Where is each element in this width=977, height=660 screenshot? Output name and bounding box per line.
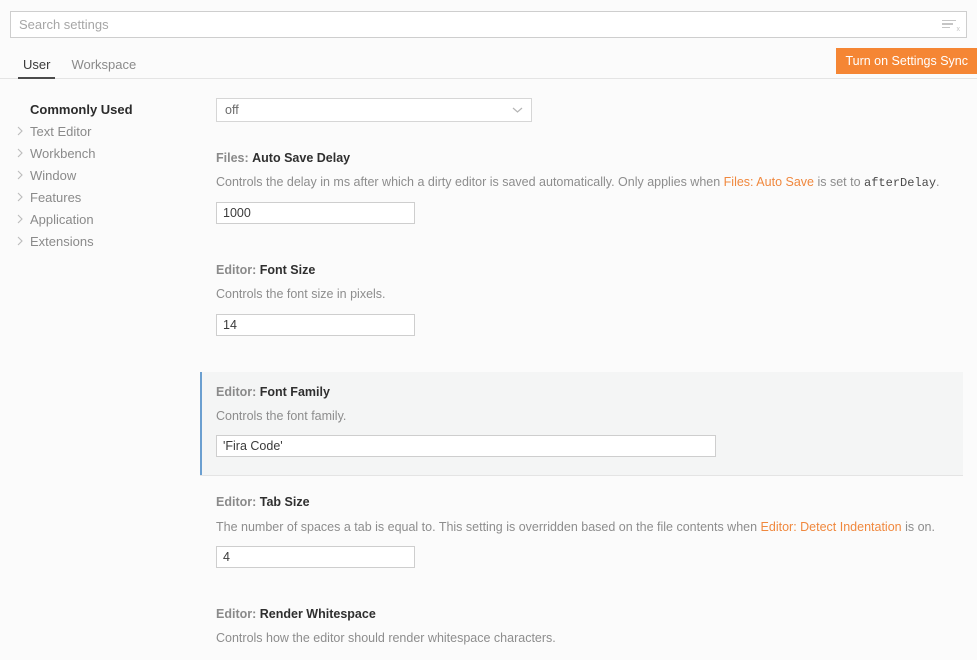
setting-row-editor-font-family: Editor: Font Family Controls the font fa… xyxy=(200,371,963,477)
tab-user-label: User xyxy=(23,57,51,72)
editor-font-family-input[interactable] xyxy=(216,435,716,458)
desc-part-1: Controls the delay in ms after which a d… xyxy=(216,175,724,190)
setting-description: Controls the font family. xyxy=(216,408,347,423)
toc-item-label: Application xyxy=(30,211,94,227)
setting-row-editor-tab-size: Editor: Tab Size The number of spaces a … xyxy=(200,476,963,582)
toc-item-window[interactable]: Window xyxy=(0,164,200,186)
desc-part-3: . xyxy=(936,175,940,190)
files-auto-save-value: off xyxy=(225,103,239,117)
tab-user[interactable]: User xyxy=(18,57,56,79)
editor-tab-size-input[interactable] xyxy=(216,546,415,569)
setting-category: Editor: xyxy=(216,384,257,399)
setting-description: Controls the font size in pixels. xyxy=(216,287,386,302)
chevron-right-icon xyxy=(12,192,28,202)
settings-scrollbar[interactable] xyxy=(963,80,977,660)
desc-part-2: is set to xyxy=(813,175,865,190)
chevron-down-icon xyxy=(512,107,523,114)
setting-title: Editor: Font Family xyxy=(216,384,949,400)
setting-name: Font Size xyxy=(259,262,316,277)
setting-title: Editor: Font Size xyxy=(216,262,949,278)
search-header: x xyxy=(0,0,977,48)
search-box[interactable]: x xyxy=(10,10,967,38)
toc-item-text-editor[interactable]: Text Editor xyxy=(0,120,200,142)
toc-item-label: Commonly Used xyxy=(30,101,133,117)
toc-item-application[interactable]: Application xyxy=(0,208,200,230)
setting-category: Files: xyxy=(216,151,249,165)
settings-editor: x User Workspace Turn on Settings Sync C… xyxy=(0,0,977,660)
desc-part-1: The number of spaces a tab is equal to. … xyxy=(216,519,761,534)
setting-category: Editor: xyxy=(216,607,257,622)
editor-font-size-input[interactable] xyxy=(216,313,415,336)
settings-tabs-bar: User Workspace xyxy=(0,48,977,79)
desc-code: afterDelay xyxy=(864,176,937,191)
toc-item-features[interactable]: Features xyxy=(0,186,200,208)
desc-part-2: is on. xyxy=(901,519,935,534)
settings-toc: Commonly Used Text Editor Workbench Wind… xyxy=(0,92,200,660)
setting-description: Controls how the editor should render wh… xyxy=(216,631,556,646)
setting-category: Editor: xyxy=(216,262,257,277)
toc-item-label: Workbench xyxy=(30,145,96,161)
toc-item-extensions[interactable]: Extensions xyxy=(0,230,200,252)
chevron-right-icon xyxy=(12,126,28,136)
toc-item-label: Window xyxy=(30,167,77,183)
toc-item-workbench[interactable]: Workbench xyxy=(0,142,200,164)
setting-name: Auto Save Delay xyxy=(252,151,351,165)
toc-item-label: Text Editor xyxy=(30,123,92,139)
setting-title: Files: Auto Save Delay xyxy=(216,150,949,166)
toc-item-label: Features xyxy=(30,189,82,205)
tab-workspace-label: Workspace xyxy=(71,57,137,72)
chevron-right-icon xyxy=(12,214,28,224)
setting-name: Font Family xyxy=(259,384,330,399)
search-input[interactable] xyxy=(17,11,942,37)
setting-row-editor-font-size: Editor: Font Size Controls the font size… xyxy=(200,238,963,350)
toc-item-label: Extensions xyxy=(30,233,94,249)
setting-link-editor-detect-indentation[interactable]: Editor: Detect Indentation xyxy=(761,520,902,534)
chevron-right-icon xyxy=(12,148,28,158)
setting-name: Tab Size xyxy=(259,495,310,510)
setting-row-editor-render-whitespace: Editor: Render Whitespace Controls how t… xyxy=(200,582,963,660)
sync-button-label: Turn on Settings Sync xyxy=(845,54,968,68)
files-auto-save-select[interactable]: off xyxy=(216,98,532,122)
tab-workspace[interactable]: Workspace xyxy=(66,58,141,78)
setting-category: Editor: xyxy=(216,495,257,510)
setting-title: Editor: Render Whitespace xyxy=(216,606,949,622)
setting-title: Editor: Tab Size xyxy=(216,494,949,510)
setting-description: Controls the delay in ms after which a d… xyxy=(216,172,949,194)
settings-tabs: User Workspace xyxy=(0,48,152,79)
files-auto-save-delay-input[interactable] xyxy=(216,201,415,224)
setting-row-files-auto-save: off xyxy=(200,80,963,126)
chevron-right-icon xyxy=(12,170,28,180)
chevron-right-icon xyxy=(12,236,28,246)
setting-name: Render Whitespace xyxy=(259,607,376,622)
settings-list[interactable]: off Files: Auto Save Delay Controls the … xyxy=(200,80,977,660)
toc-item-commonly-used[interactable]: Commonly Used xyxy=(0,98,200,120)
setting-link-files-auto-save[interactable]: Files: Auto Save xyxy=(724,175,814,189)
setting-description: The number of spaces a tab is equal to. … xyxy=(216,517,949,539)
clear-filter-icon[interactable]: x xyxy=(942,15,960,33)
turn-on-settings-sync-button[interactable]: Turn on Settings Sync xyxy=(836,48,977,74)
setting-row-files-auto-save-delay: Files: Auto Save Delay Controls the dela… xyxy=(200,126,963,238)
